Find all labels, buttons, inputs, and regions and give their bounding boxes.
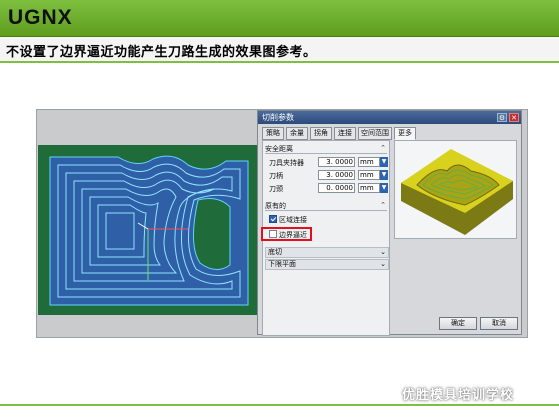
section-original[interactable]: 原有的 ⌃ [265,201,387,211]
footer-divider [0,404,559,406]
chevron-down-icon[interactable]: ▼ [380,157,388,167]
preview-image [394,140,517,239]
section-safe-clearance-label: 安全距离 [265,145,293,153]
graphics-viewport[interactable] [38,145,257,315]
cancel-button[interactable]: 取消 [480,317,518,330]
close-icon[interactable]: ✕ [509,113,519,122]
region-connect-label: 区域连接 [279,216,307,224]
section-lower-limit-label: 下限平面 [268,260,296,268]
island [192,198,231,270]
shank-label: 刀柄 [269,172,283,180]
dialog-titlebar[interactable]: 切削参数 ⚙ ✕ [258,111,521,124]
tab-connections[interactable]: 连接 [334,127,356,140]
holder-unit-select[interactable]: mm [358,157,380,167]
neck-label: 刀颈 [269,185,283,193]
slide-title: UGNX [8,6,73,29]
chevron-down-icon[interactable]: ▼ [380,183,388,193]
toolpath-view [38,145,257,315]
divider [0,61,559,63]
chevron-down-icon: ⌄ [380,260,386,268]
chevron-down-icon: ⌄ [380,248,386,256]
holder-label: 刀具夹持器 [269,159,304,167]
neck-input[interactable]: 0. 0000 [318,183,355,193]
neck-unit-select[interactable]: mm [358,183,380,193]
section-undercut-label: 底切 [268,248,282,256]
watermark: 优胜模具培训学校 [402,388,515,403]
ok-button[interactable]: 确定 [439,317,477,330]
region-connect-checkbox[interactable]: 区域连接 [269,215,307,225]
settings-icon[interactable]: ⚙ [497,113,507,122]
tab-more[interactable]: 更多 [394,127,416,140]
section-safe-clearance[interactable]: 安全距离 ⌃ [265,144,387,154]
tab-stock[interactable]: 余量 [286,127,308,140]
dialog-title: 切削参数 [262,113,294,122]
tab-containment[interactable]: 空间范围 [358,127,392,140]
toolpath-preview [401,149,513,235]
chevron-up-icon: ⌃ [380,144,386,152]
checkbox-checked-icon [269,215,277,223]
cutting-parameters-dialog: 切削参数 ⚙ ✕ 策略 余量 拐角 连接 空间范围 更多 安全距离 ⌃ 刀具夹持… [257,110,522,336]
holder-input[interactable]: 3. 0000 [318,157,355,167]
section-original-label: 原有的 [265,202,286,210]
slide-caption: 不设置了边界逼近功能产生刀路生成的效果图参考。 [6,45,317,60]
slide-header [0,0,559,37]
tab-strategy[interactable]: 策略 [262,127,284,140]
shank-unit-select[interactable]: mm [358,170,380,180]
chevron-up-icon: ⌃ [380,201,386,209]
shank-input[interactable]: 3. 0000 [318,170,355,180]
tab-corners[interactable]: 拐角 [310,127,332,140]
chevron-down-icon[interactable]: ▼ [380,170,388,180]
section-lower-limit-plane[interactable]: 下限平面 ⌄ [265,259,389,270]
highlight-box [261,227,312,241]
section-undercut[interactable]: 底切 ⌄ [265,247,389,258]
